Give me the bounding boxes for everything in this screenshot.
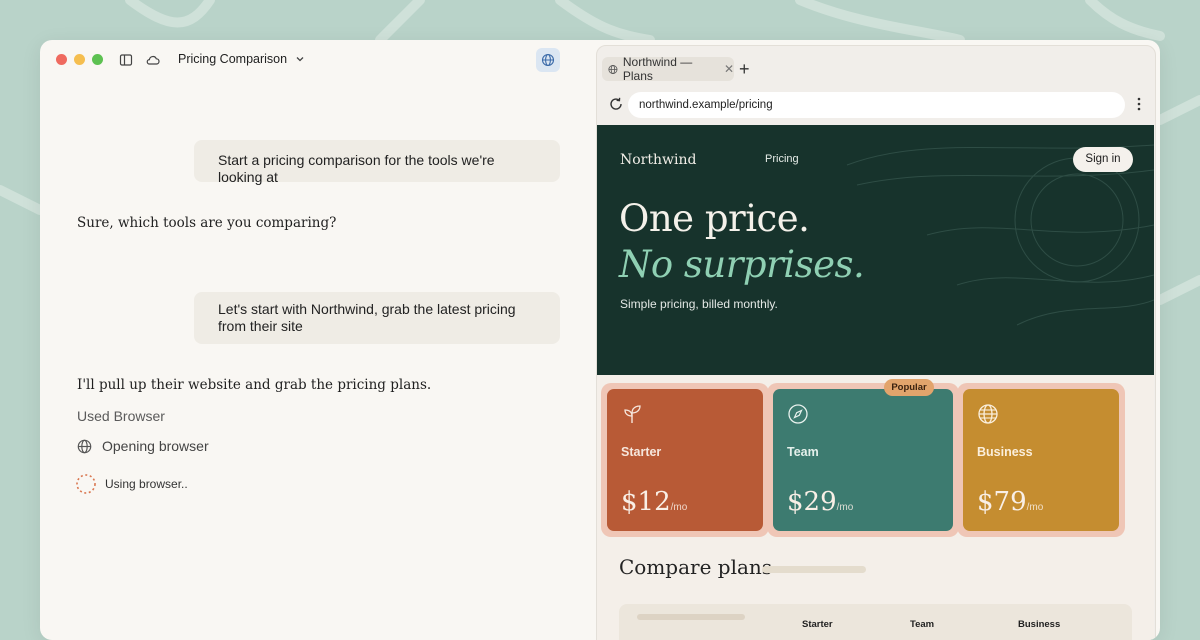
globe-icon	[608, 64, 618, 74]
tab-title: Northwind — Plans	[622, 55, 693, 83]
sidebar-toggle-icon[interactable]	[118, 52, 134, 68]
price-value: $79	[977, 487, 1027, 517]
tool-use-heading[interactable]: Used Browser	[77, 408, 165, 424]
tool-step-label: Opening browser	[102, 438, 209, 454]
browser-toggle-button[interactable]	[536, 48, 560, 72]
window-controls	[56, 54, 103, 65]
hero-headline-accent: No surprises.	[619, 243, 865, 286]
placeholder-bar	[762, 566, 866, 573]
plan-price: $79/mo	[977, 487, 1043, 517]
web-page: Northwind Pricing Sign in One price. No …	[597, 125, 1154, 640]
plan-price: $29/mo	[787, 487, 853, 517]
card-body: Business $79/mo	[963, 389, 1119, 531]
user-message: Start a pricing comparison for the tools…	[194, 140, 560, 185]
column-header-business: Business	[1018, 619, 1061, 630]
address-bar[interactable]: northwind.example/pricing	[628, 92, 1125, 118]
assistant-message: I'll pull up their website and grab the …	[77, 377, 432, 393]
sign-in-button[interactable]: Sign in	[1073, 147, 1133, 172]
reload-icon[interactable]	[608, 96, 624, 112]
card-body: Team $29/mo	[773, 389, 953, 531]
price-period: /mo	[670, 502, 688, 513]
plan-name: Team	[787, 445, 819, 459]
hero-subhead: Simple pricing, billed monthly.	[620, 297, 778, 311]
placeholder-bar	[637, 614, 745, 620]
column-header-starter: Starter	[802, 619, 833, 630]
nav-link-pricing[interactable]: Pricing	[765, 153, 799, 165]
plan-price: $12/mo	[621, 487, 687, 517]
globe-icon	[77, 439, 92, 453]
close-window-button[interactable]	[56, 54, 67, 65]
more-options-icon[interactable]	[1137, 97, 1141, 111]
close-tab-icon[interactable]: ✕	[724, 62, 734, 76]
price-value: $12	[621, 487, 671, 517]
tool-step: Opening browser	[77, 438, 209, 454]
hero-section: Northwind Pricing Sign in One price. No …	[597, 125, 1154, 375]
tool-status-label: Using browser..	[105, 477, 188, 491]
globe-icon	[978, 404, 998, 424]
popular-badge: Popular	[884, 379, 934, 396]
column-header-team: Team	[910, 619, 935, 630]
compare-plans-heading: Compare plans	[619, 555, 773, 579]
maximize-window-button[interactable]	[92, 54, 103, 65]
user-message: Let's start with Northwind, grab the lat…	[194, 292, 560, 344]
sprout-icon	[624, 405, 641, 423]
globe-icon	[541, 53, 555, 67]
card-body: Starter $12/mo	[607, 389, 763, 531]
new-tab-button[interactable]: +	[739, 57, 750, 81]
plan-name: Business	[977, 445, 1033, 459]
conversation-title-dropdown[interactable]: Pricing Comparison	[178, 52, 305, 66]
site-logo[interactable]: Northwind	[620, 152, 696, 168]
plan-name: Starter	[621, 445, 662, 459]
app-window: Pricing Comparison Start a pricing compa…	[40, 40, 1160, 640]
cloud-icon[interactable]	[145, 52, 161, 68]
price-period: /mo	[836, 502, 854, 513]
conversation-title: Pricing Comparison	[178, 52, 288, 66]
tool-status: Using browser..	[75, 473, 188, 495]
compare-table-header: Starter Team Business	[619, 604, 1132, 640]
hero-headline: One price.	[619, 197, 810, 240]
assistant-message: Sure, which tools are you comparing?	[77, 215, 337, 231]
price-period: /mo	[1026, 502, 1044, 513]
pricing-cards: Starter $12/mo Team $29/mo Popular Busin…	[601, 379, 1125, 537]
pricing-card-team[interactable]: Team $29/mo	[767, 383, 959, 537]
minimize-window-button[interactable]	[74, 54, 85, 65]
compass-icon	[788, 404, 808, 424]
pricing-card-starter[interactable]: Starter $12/mo	[601, 383, 769, 537]
loading-spinner-icon	[76, 474, 96, 494]
browser-tab[interactable]: Northwind — Plans ✕	[602, 55, 734, 83]
browser-panel: Northwind — Plans ✕ + northwind.example/…	[596, 45, 1156, 640]
pricing-card-business[interactable]: Business $79/mo	[957, 383, 1125, 537]
price-value: $29	[787, 487, 837, 517]
chevron-down-icon	[296, 57, 304, 62]
